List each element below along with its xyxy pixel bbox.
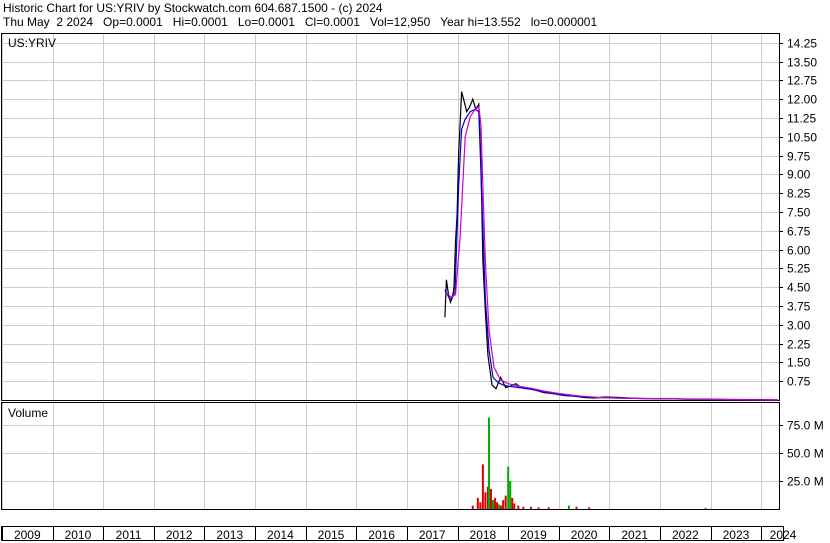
date-tick-label: 2014 (267, 528, 294, 542)
volume-tick-label: 50.0 M (787, 447, 824, 461)
date-tick-label: 2012 (166, 528, 193, 542)
price-tick-label: 7.50 (787, 206, 811, 220)
volume-bar (492, 500, 495, 509)
volume-tick-label: 25.0 M (787, 475, 824, 489)
volume-bar (522, 506, 525, 509)
date-tick-label: 2020 (571, 528, 598, 542)
volume-axis-ticks: 75.0 M 50.0 M 25.0 M (779, 419, 824, 489)
stock-chart: 14.25 13.50 12.75 12.00 11.25 10.50 9.75 9.00 8.… (1, 33, 824, 542)
date-tick-label: 2023 (723, 528, 750, 542)
date-tick-label: 2016 (368, 528, 395, 542)
date-tick-label: 2009 (14, 528, 41, 542)
date-tick-label: 2024 (770, 528, 797, 542)
volume-bar (487, 417, 490, 509)
volume-bar (502, 500, 505, 509)
volume-bar (471, 505, 474, 509)
price-tick-label: 9.75 (787, 150, 811, 164)
price-tick-label: 3.00 (787, 319, 811, 333)
price-tick-label: 5.25 (787, 262, 811, 276)
price-tick-label: 14.25 (787, 37, 817, 51)
volume-bar (476, 497, 479, 509)
price-tick-label: 2.25 (787, 338, 811, 352)
date-tick-label: 2013 (216, 528, 243, 542)
date-tick-label: 2018 (470, 528, 497, 542)
price-panel-frame (1, 33, 780, 401)
date-tick-label: 2015 (318, 528, 345, 542)
price-tick-label: 8.25 (787, 187, 811, 201)
volume-tick-label: 75.0 M (787, 419, 824, 433)
price-tick-label: 11.25 (787, 112, 816, 126)
volume-bar (511, 497, 514, 509)
price-tick-label: 9.00 (787, 168, 811, 182)
volume-bar (537, 507, 540, 509)
volume-bar (547, 507, 550, 509)
date-tick-label: 2011 (116, 528, 142, 542)
price-tick-label: 13.50 (787, 56, 817, 70)
volume-bar (509, 481, 512, 509)
date-tick-label: 2022 (672, 528, 699, 542)
price-tick-label: 10.50 (787, 131, 817, 145)
volume-bar (517, 505, 520, 509)
price-tick-label: 1.50 (787, 356, 811, 370)
volume-bar (704, 507, 707, 509)
volume-bar (529, 506, 532, 509)
price-panel-label: US:YRIV (8, 36, 56, 50)
volume-bar (513, 503, 516, 509)
date-tick-label: 2019 (520, 528, 547, 542)
price-tick-label: 4.50 (787, 281, 811, 295)
date-tick-label: 2021 (621, 528, 648, 542)
volume-bar (484, 492, 487, 509)
price-tick-label: 6.00 (787, 244, 811, 258)
volume-panel-label: Volume (8, 406, 48, 420)
price-tick-label: 6.75 (787, 225, 811, 239)
price-tick-label: 12.75 (787, 74, 817, 88)
volume-bar (479, 502, 482, 509)
date-axis-ticks: 2009 2010 2011 2012 2013 2014 2015 2016 2017 2018… (2, 527, 797, 542)
volume-bar (498, 504, 501, 509)
volume-bar (507, 466, 510, 509)
date-tick-label: 2017 (419, 528, 446, 542)
volume-bar (588, 507, 591, 509)
volume-bar (567, 505, 570, 509)
volume-panel-frame (1, 402, 780, 510)
price-tick-label: 3.75 (787, 300, 811, 314)
price-tick-label: 12.00 (787, 93, 817, 107)
date-tick-label: 2010 (65, 528, 92, 542)
volume-bar (481, 464, 484, 509)
volume-bar (489, 488, 492, 509)
price-tick-label: 0.75 (787, 375, 811, 389)
volume-bar (494, 497, 497, 509)
volume-bar (575, 506, 578, 509)
volume-bar (504, 495, 507, 509)
price-axis-ticks: 14.25 13.50 12.75 12.00 11.25 10.50 9.75 9.00 8.… (779, 37, 817, 389)
volume-bar (496, 502, 499, 509)
volume-bar (500, 505, 503, 509)
